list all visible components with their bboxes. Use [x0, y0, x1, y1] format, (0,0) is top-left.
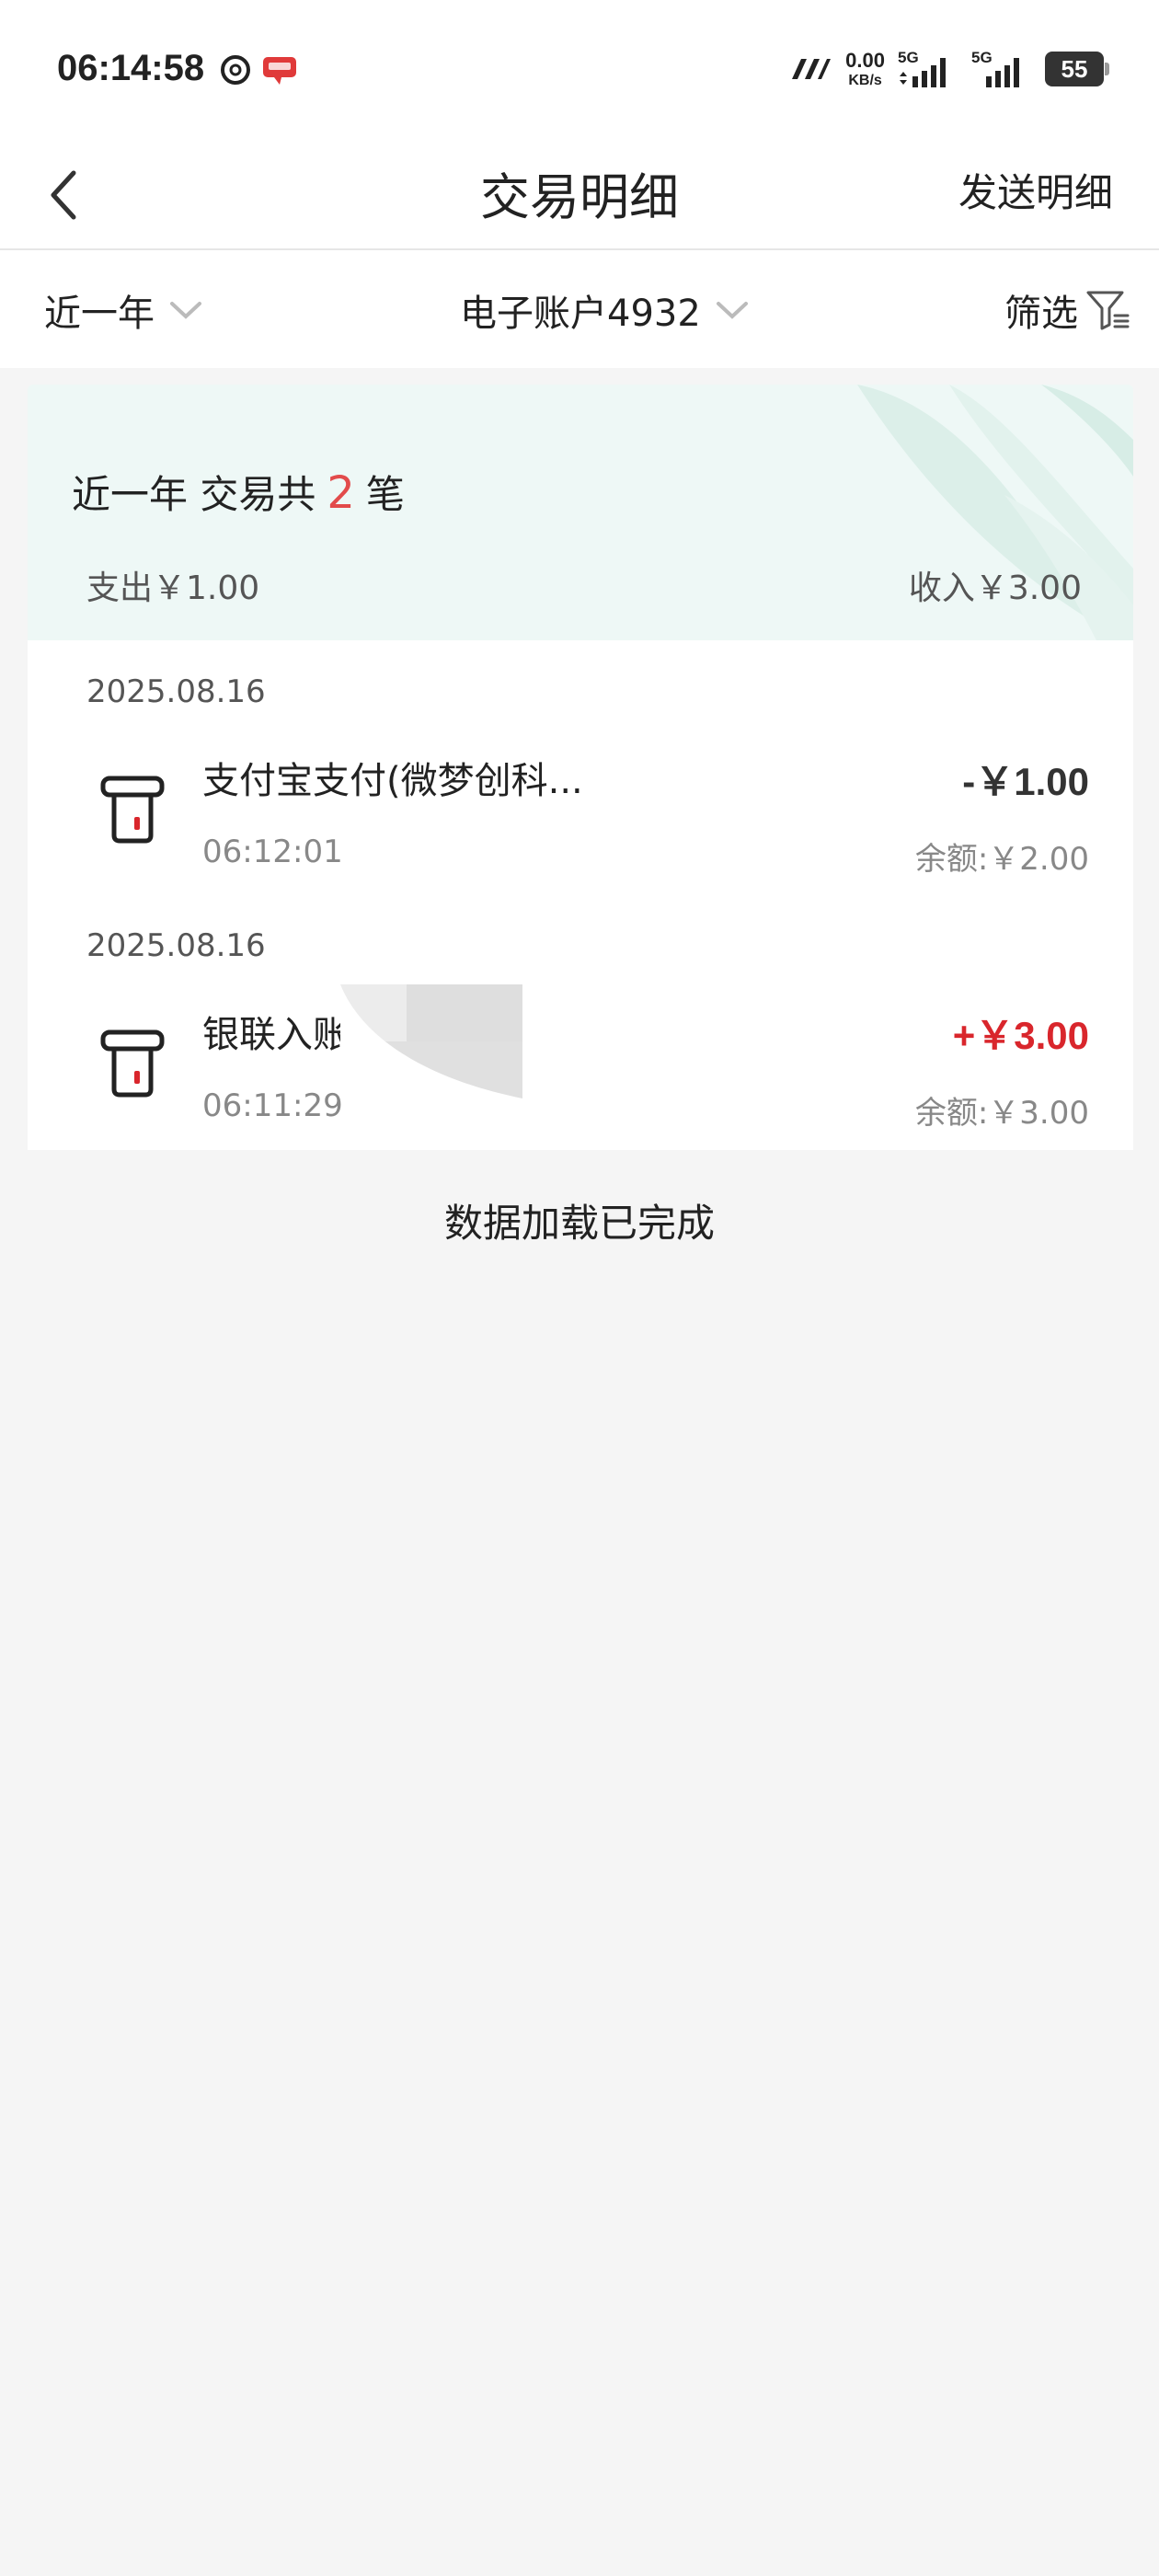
group-date: 2025.08.16 — [86, 673, 266, 710]
summary-suffix: 笔 — [365, 472, 405, 517]
group-date: 2025.08.16 — [86, 927, 266, 964]
period-label: 近一年 — [44, 293, 155, 335]
summary-prefix: 近一年 交易共 — [72, 472, 316, 517]
filter-bar: 近一年 电子账户4932 筛选 — [0, 250, 1159, 368]
network-speed-value: 0.00 — [845, 48, 885, 72]
signal-bars-icon — [900, 58, 946, 87]
total-expense: 支出￥1.00 — [86, 569, 260, 607]
list-item[interactable]: 银联入账( 06:11:29 +￥3.00 余额:￥3.00 — [28, 986, 1133, 1150]
sim1-signal: 5G — [898, 49, 958, 89]
transaction-time: 06:11:29 — [202, 1087, 343, 1124]
transaction-list: 2025.08.16 支付宝支付(微梦创科... 06:12:01 -￥1.00… — [28, 640, 1133, 1150]
transaction-count: 2 — [327, 467, 355, 519]
battery-icon: 55 — [1045, 52, 1109, 86]
summary-title: 近一年 交易共 2 笔 — [72, 464, 405, 520]
transaction-name: 支付宝支付(微梦创科... — [202, 760, 583, 802]
navigation-bar: 交易明细 发送明细 — [0, 138, 1159, 250]
list-item[interactable]: 支付宝支付(微梦创科... 06:12:01 -￥1.00 余额:￥2.00 — [28, 732, 1133, 894]
account-label: 电子账户4932 — [460, 293, 701, 335]
transaction-balance: 余额:￥3.00 — [914, 1095, 1089, 1132]
hd-voice-icon — [792, 59, 832, 79]
transaction-balance: 余额:￥2.00 — [914, 841, 1089, 878]
filter-label: 筛选 — [1004, 293, 1078, 335]
notification-app-icon — [263, 57, 296, 85]
chevron-down-icon — [170, 302, 201, 319]
status-bar: 06:14:58 0.00 KB/s 5G 5G 55 — [0, 0, 1159, 138]
transaction-amount: +￥3.00 — [952, 1014, 1089, 1057]
transaction-amount: -￥1.00 — [962, 760, 1089, 803]
transaction-group: 2025.08.16 — [28, 894, 1133, 964]
redaction-mask — [340, 984, 522, 1098]
card-payment-icon — [100, 776, 165, 844]
filter-button[interactable]: 筛选 — [1004, 283, 1131, 337]
status-time: 06:14:58 — [57, 48, 205, 88]
signal-bars-icon — [986, 58, 1019, 87]
network-speed: 0.00 KB/s — [845, 48, 885, 88]
card-payment-icon — [100, 1029, 165, 1098]
total-income: 收入￥3.00 — [908, 569, 1082, 607]
account-dropdown[interactable]: 电子账户4932 — [460, 283, 749, 337]
period-dropdown[interactable]: 近一年 — [44, 283, 202, 337]
redaction-shape-icon — [340, 984, 522, 1098]
status-indicators: 0.00 KB/s 5G 5G 55 — [788, 46, 1109, 92]
transaction-time: 06:12:01 — [202, 834, 343, 870]
summary-card: 近一年 交易共 2 笔 支出￥1.00 收入￥3.00 — [28, 385, 1133, 640]
load-complete-text: 数据加载已完成 — [443, 1201, 715, 1246]
sim2-signal: 5G — [971, 49, 1032, 89]
send-details-button[interactable]: 发送明细 — [958, 162, 1113, 218]
filter-funnel-icon — [1086, 291, 1130, 330]
navigation-app-icon — [221, 55, 250, 85]
chevron-down-icon — [716, 302, 748, 319]
network-speed-unit: KB/s — [848, 72, 882, 88]
